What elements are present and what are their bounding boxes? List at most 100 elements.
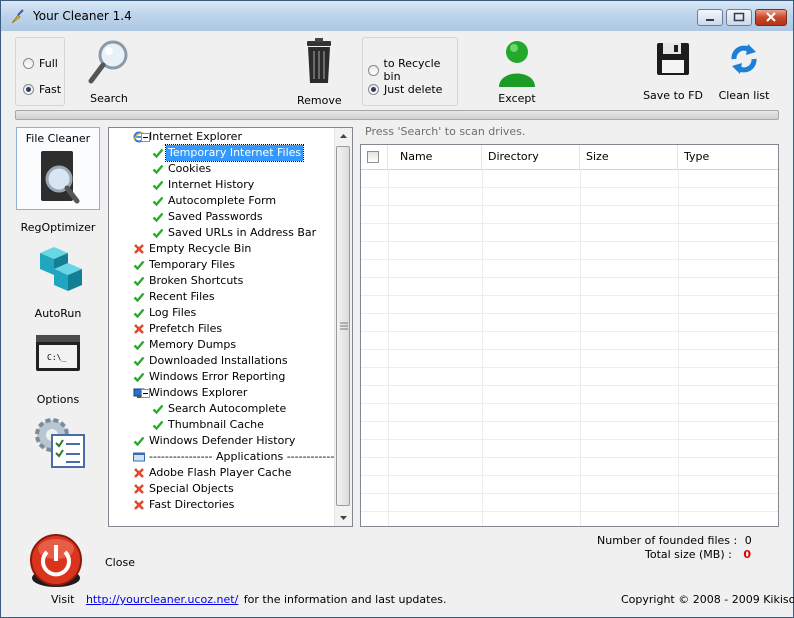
checkmark-icon	[133, 340, 145, 351]
grip-icon	[340, 322, 348, 330]
search-label: Search	[90, 92, 128, 105]
website-link[interactable]: http://yourcleaner.ucoz.net/	[86, 593, 238, 606]
tree-item-label: Windows Defender History	[149, 434, 296, 447]
file-cleaner-icon	[41, 151, 80, 204]
copyright-text: Copyright © 2008 - 2009 Kikisoft	[621, 593, 794, 606]
tree-item[interactable]: Memory Dumps	[133, 337, 236, 353]
tree-item[interactable]: Internet History	[152, 177, 254, 193]
scan-fast-radio[interactable]: Fast	[23, 83, 61, 96]
remove-button[interactable]: Remove	[297, 37, 342, 107]
column-size[interactable]: Size	[580, 145, 678, 169]
cross-icon	[134, 484, 144, 494]
maximize-button[interactable]	[726, 9, 752, 26]
scroll-up-arrow-icon[interactable]	[335, 128, 352, 145]
tree-item[interactable]: Fast Directories	[133, 497, 234, 513]
select-all-checkbox[interactable]	[367, 151, 379, 163]
tree-item[interactable]: Thumbnail Cache	[152, 417, 264, 433]
recycle-bin-label: to Recycle bin	[383, 57, 441, 83]
close-label[interactable]: Close	[105, 556, 135, 569]
grid-row-line	[361, 223, 778, 224]
checkmark-icon	[152, 180, 164, 191]
tree-item[interactable]: ---------------- Applications ----------…	[133, 449, 352, 465]
tree-item[interactable]: Log Files	[133, 305, 196, 321]
console-icon: C:\_	[36, 335, 80, 371]
grid-row-line	[361, 439, 778, 440]
tree-item[interactable]: Recent Files	[133, 289, 215, 305]
grid-row-line	[361, 187, 778, 188]
close-window-button[interactable]	[755, 9, 787, 26]
tree-item[interactable]: Autocomplete Form	[152, 193, 276, 209]
radio-dot-selected	[368, 84, 379, 95]
tree-item[interactable]: Empty Recycle Bin	[133, 241, 251, 257]
scan-progress-bar	[15, 110, 779, 120]
tree-item[interactable]: Broken Shortcuts	[133, 273, 243, 289]
visit-prefix: Visit	[51, 593, 75, 606]
recycle-bin-radio[interactable]: to Recycle bin	[368, 57, 457, 83]
collapse-toggle-icon[interactable]	[141, 133, 150, 142]
cleaner-tree[interactable]: Internet Explorer Temporary Internet File…	[108, 127, 353, 527]
trash-bin-icon	[307, 38, 331, 83]
tree-item-label: Temporary Internet Files	[164, 144, 305, 162]
tree-item-label: Windows Explorer	[149, 386, 248, 399]
radio-dot	[23, 58, 34, 69]
nav-regoptimizer[interactable]: RegOptimizer	[16, 217, 100, 299]
nav-options-label: Options	[36, 393, 80, 406]
tree-item[interactable]: Cookies	[152, 161, 211, 177]
tree-item[interactable]: Windows Error Reporting	[133, 369, 285, 385]
minimize-button[interactable]	[697, 9, 723, 26]
maximize-icon	[733, 12, 745, 22]
visit-suffix: for the information and last updates.	[243, 593, 447, 606]
grid-row-line	[361, 367, 778, 368]
tree-item[interactable]: Saved URLs in Address Bar	[152, 225, 316, 241]
tree-item-label: Internet History	[168, 178, 255, 191]
grid-row-line	[361, 295, 778, 296]
tree-item-label: Cookies	[168, 162, 212, 175]
scroll-down-arrow-icon[interactable]	[335, 509, 352, 526]
delete-mode-group: to Recycle bin Just delete	[362, 37, 458, 106]
tree-item[interactable]: Internet Explorer	[133, 129, 242, 145]
nav-file-cleaner[interactable]: File Cleaner	[16, 127, 100, 210]
tree-item[interactable]: Search Autocomplete	[152, 401, 286, 417]
power-close-button[interactable]	[27, 532, 85, 590]
column-name[interactable]: Name	[388, 145, 482, 169]
checkmark-icon	[133, 436, 145, 447]
nav-autorun[interactable]: AutoRun C:\_	[16, 303, 100, 385]
tree-item[interactable]: Saved Passwords	[152, 209, 263, 225]
just-delete-radio[interactable]: Just delete	[368, 83, 442, 96]
nav-regoptimizer-label: RegOptimizer	[20, 221, 96, 234]
search-button[interactable]: Search	[85, 37, 133, 107]
checkmark-icon	[152, 212, 164, 223]
grid-row-line	[361, 349, 778, 350]
grid-column-line	[678, 169, 679, 526]
column-directory[interactable]: Directory	[482, 145, 580, 169]
save-to-fd-button[interactable]: Save to FD	[643, 37, 703, 107]
tree-item[interactable]: Special Objects	[133, 481, 234, 497]
tree-item[interactable]: Temporary Files	[133, 257, 235, 273]
grid-row-line	[361, 511, 778, 512]
tree-item[interactable]: Downloaded Installations	[133, 353, 288, 369]
results-list[interactable]: Name Directory Size Type	[360, 144, 779, 527]
nav-autorun-label: AutoRun	[34, 307, 82, 320]
grid-column-line	[580, 169, 581, 526]
grid-row-line	[361, 385, 778, 386]
tree-item[interactable]: Windows Defender History	[133, 433, 295, 449]
tree-scrollbar[interactable]	[334, 128, 352, 526]
clean-list-button[interactable]: Clean list	[715, 37, 773, 107]
remove-label: Remove	[297, 94, 342, 107]
except-button[interactable]: Except	[493, 37, 541, 109]
grid-row-line	[361, 421, 778, 422]
footer-visit-row: Visit http://yourcleaner.ucoz.net/ for t…	[51, 593, 446, 606]
scan-full-radio[interactable]: Full	[23, 57, 58, 70]
tree-item[interactable]: Temporary Internet Files	[152, 144, 305, 162]
grid-row-line	[361, 403, 778, 404]
title-bar[interactable]: Your Cleaner 1.4	[1, 1, 793, 31]
tree-item[interactable]: Prefetch Files	[133, 321, 222, 337]
tree-item[interactable]: Adobe Flash Player Cache	[133, 465, 292, 481]
tree-item[interactable]: Windows Explorer	[133, 385, 247, 401]
cross-icon	[134, 500, 144, 510]
tree-item-label: Memory Dumps	[149, 338, 237, 351]
nav-options[interactable]: Options	[16, 389, 100, 475]
column-type[interactable]: Type	[678, 145, 778, 169]
collapse-toggle-icon[interactable]	[141, 389, 150, 398]
scrollbar-thumb[interactable]	[336, 146, 350, 506]
